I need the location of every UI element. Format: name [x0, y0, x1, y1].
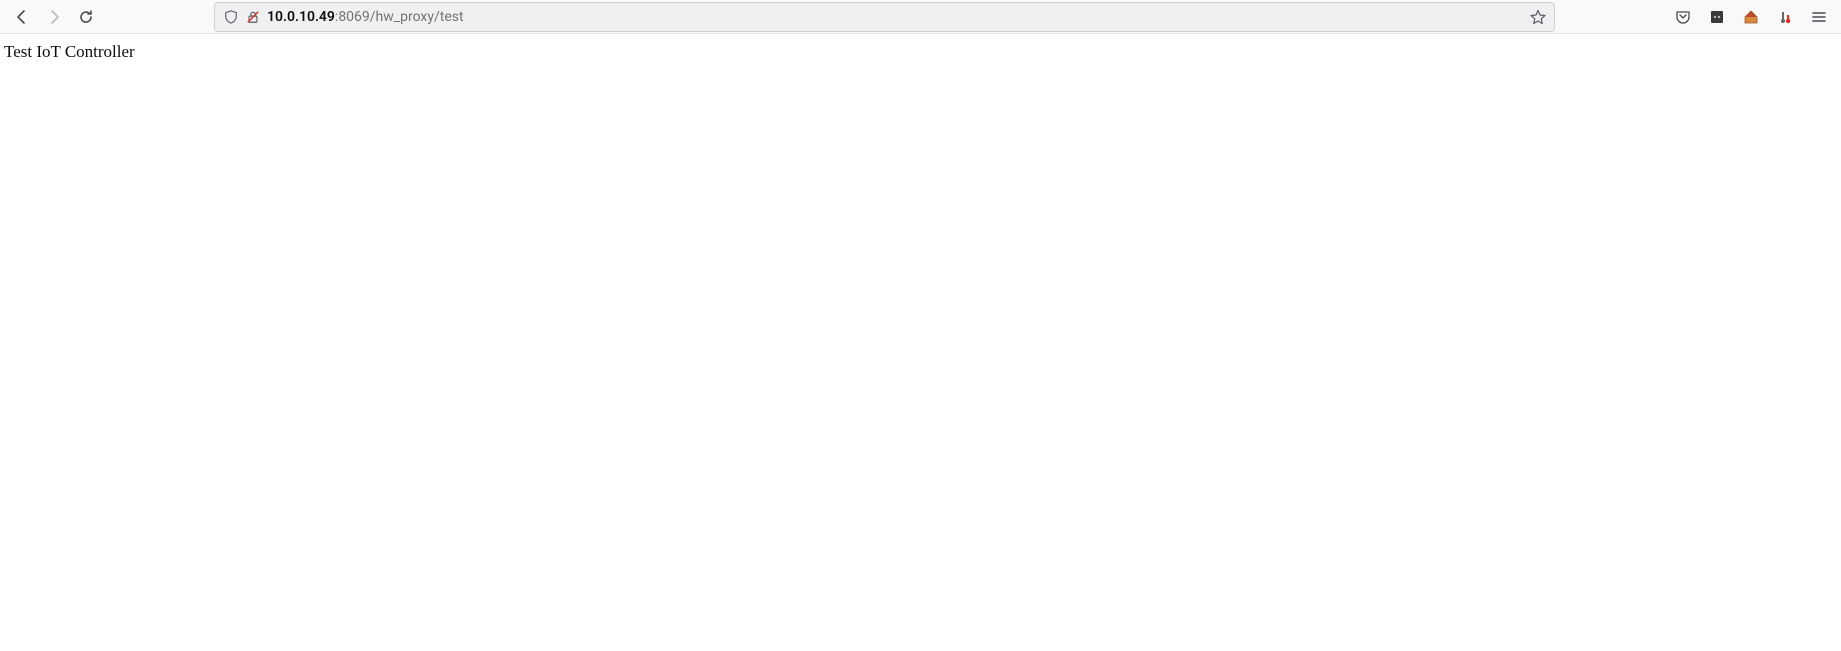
browser-toolbar: 10.0.10.49:8069/hw_proxy/test: [0, 0, 1841, 34]
bookmark-star-icon[interactable]: [1530, 9, 1546, 25]
shield-icon[interactable]: [223, 9, 239, 25]
url-rest: :8069/hw_proxy/test: [335, 9, 464, 25]
url-host: 10.0.10.49: [267, 9, 335, 25]
house-icon: [1743, 9, 1759, 25]
toolbar-right: [1669, 3, 1833, 31]
extension-1-button[interactable]: [1703, 3, 1731, 31]
url-display[interactable]: 10.0.10.49:8069/hw_proxy/test: [267, 9, 1524, 25]
pocket-button[interactable]: [1669, 3, 1697, 31]
square-dark-icon: [1709, 9, 1725, 25]
pocket-icon: [1675, 9, 1691, 25]
back-button[interactable]: [8, 3, 36, 31]
arrow-left-icon: [14, 9, 30, 25]
reload-button[interactable]: [72, 3, 100, 31]
hamburger-icon: [1811, 9, 1827, 25]
menu-button[interactable]: [1805, 3, 1833, 31]
forward-button[interactable]: [40, 3, 68, 31]
extension-2-button[interactable]: [1737, 3, 1765, 31]
reload-icon: [78, 9, 94, 25]
lock-insecure-icon[interactable]: [245, 9, 261, 25]
page-content: Test IoT Controller: [0, 34, 1841, 70]
thermometer-icon: [1777, 9, 1793, 25]
arrow-right-icon: [46, 9, 62, 25]
address-bar[interactable]: 10.0.10.49:8069/hw_proxy/test: [214, 2, 1555, 32]
extension-3-button[interactable]: [1771, 3, 1799, 31]
page-title: Test IoT Controller: [4, 42, 1837, 62]
